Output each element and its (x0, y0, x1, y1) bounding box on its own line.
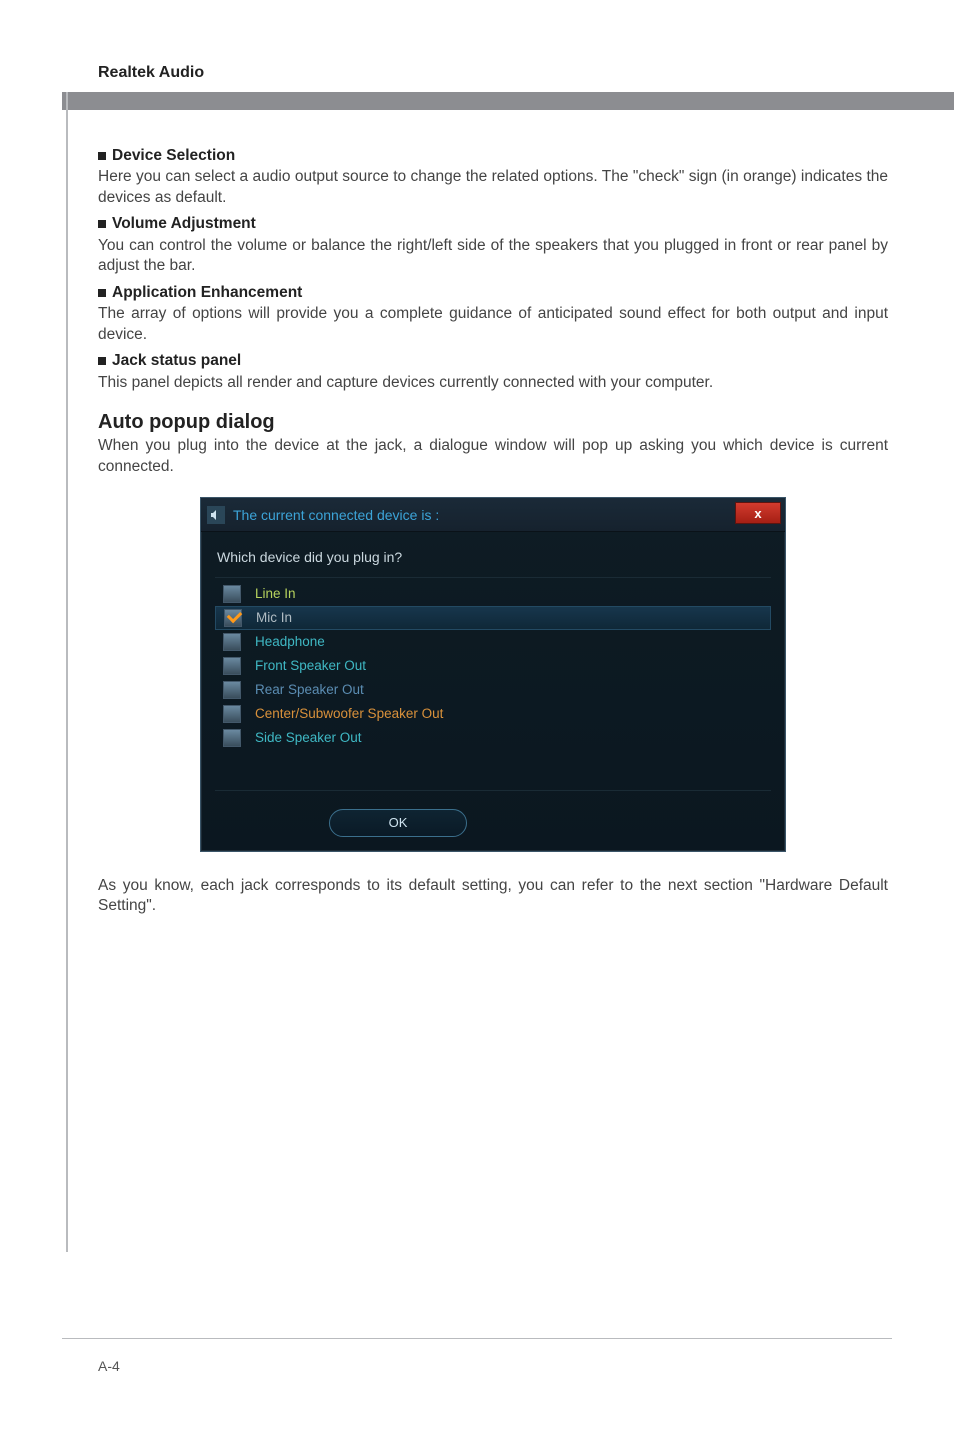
heading-volume-adjustment: Volume Adjustment (98, 214, 888, 234)
heading-jack-status: Jack status panel (98, 351, 888, 371)
device-option[interactable]: Side Speaker Out (215, 726, 771, 750)
device-option[interactable]: Line In (215, 582, 771, 606)
dialog-button-row: OK (215, 809, 771, 837)
device-dialog: The current connected device is : x Whic… (200, 497, 786, 851)
dialog-titlebar: The current connected device is : x (201, 498, 785, 532)
heading-text: Volume Adjustment (112, 215, 256, 232)
device-option-label: Rear Speaker Out (255, 681, 364, 699)
checkbox-icon[interactable] (223, 657, 241, 675)
ok-button[interactable]: OK (329, 809, 467, 837)
checkbox-icon[interactable] (223, 705, 241, 723)
page-number: A-4 (98, 1358, 120, 1374)
speaker-icon (207, 506, 225, 524)
device-option-label: Headphone (255, 633, 325, 651)
page-header-title: Realtek Audio (98, 64, 204, 82)
checkbox-icon[interactable] (223, 729, 241, 747)
bullet-icon (98, 289, 106, 297)
footer-rule (62, 1338, 892, 1339)
checkbox-icon[interactable] (224, 609, 242, 627)
para-auto-popup-outro: As you know, each jack corresponds to it… (98, 876, 888, 917)
dialog-screenshot: The current connected device is : x Whic… (98, 497, 888, 851)
device-option-list: Line In Mic In Headphone Front Speaker Out R… (215, 577, 771, 791)
para-application-enhancement: The array of options will provide you a … (98, 304, 888, 345)
device-option-label: Line In (255, 585, 296, 603)
para-auto-popup-intro: When you plug into the device at the jac… (98, 436, 888, 477)
para-jack-status: This panel depicts all render and captur… (98, 373, 888, 393)
heading-application-enhancement: Application Enhancement (98, 283, 888, 303)
device-option[interactable]: Mic In (215, 606, 771, 630)
bullet-icon (98, 357, 106, 365)
bullet-icon (98, 220, 106, 228)
device-option[interactable]: Front Speaker Out (215, 654, 771, 678)
checkbox-icon[interactable] (223, 585, 241, 603)
heading-text: Jack status panel (112, 352, 241, 369)
left-margin-rule (66, 92, 68, 1252)
dialog-prompt: Which device did you plug in? (217, 548, 769, 566)
device-option-label: Mic In (256, 609, 292, 627)
heading-auto-popup: Auto popup dialog (98, 409, 888, 435)
close-button[interactable]: x (735, 502, 781, 524)
heading-device-selection: Device Selection (98, 146, 888, 166)
checkbox-icon[interactable] (223, 633, 241, 651)
content-area: Device Selection Here you can select a a… (98, 140, 888, 917)
heading-text: Application Enhancement (112, 284, 302, 301)
para-volume-adjustment: You can control the volume or balance th… (98, 236, 888, 277)
device-option-label: Center/Subwoofer Speaker Out (255, 705, 443, 723)
dialog-body: Which device did you plug in? Line In Mic… (201, 532, 785, 850)
heading-text: Device Selection (112, 147, 235, 164)
device-option-label: Front Speaker Out (255, 657, 366, 675)
dialog-title: The current connected device is : (233, 506, 439, 524)
page: Realtek Audio Device Selection Here you … (0, 0, 954, 1432)
checkbox-icon[interactable] (223, 681, 241, 699)
device-option[interactable]: Headphone (215, 630, 771, 654)
header-divider-bar (62, 92, 954, 110)
device-option[interactable]: Center/Subwoofer Speaker Out (215, 702, 771, 726)
device-option[interactable]: Rear Speaker Out (215, 678, 771, 702)
device-option-label: Side Speaker Out (255, 729, 362, 747)
para-device-selection: Here you can select a audio output sourc… (98, 167, 888, 208)
bullet-icon (98, 152, 106, 160)
